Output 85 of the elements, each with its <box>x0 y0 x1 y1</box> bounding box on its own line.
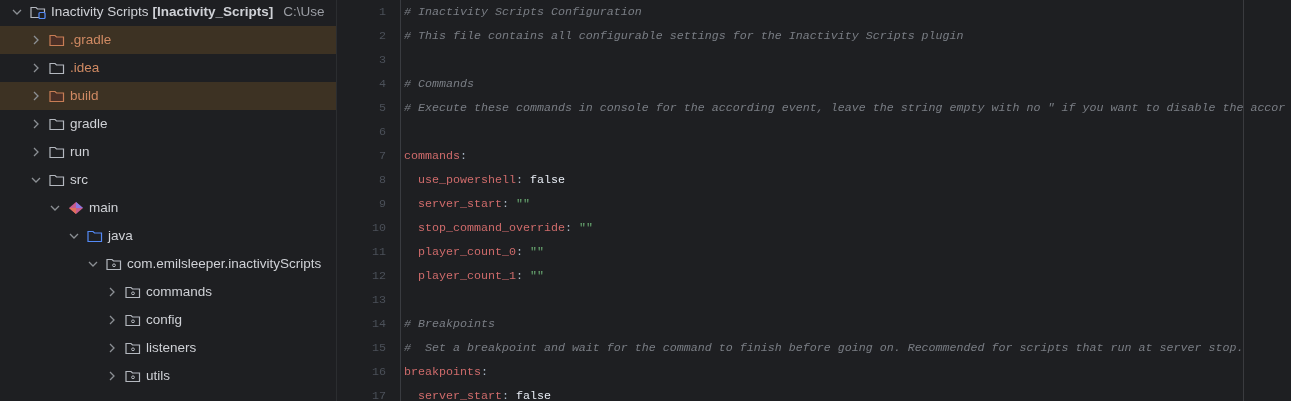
folder-icon <box>49 117 65 131</box>
expand-chevron-icon[interactable] <box>107 315 117 325</box>
collapse-chevron-icon[interactable] <box>88 259 98 269</box>
tree-item-label[interactable]: run <box>70 141 90 163</box>
tree-item-label[interactable]: commands <box>146 281 213 303</box>
package-folder-icon <box>125 313 141 327</box>
yaml-key: player_count_1 <box>418 269 516 283</box>
package-folder-icon <box>125 369 141 383</box>
tree-row[interactable]: .gradle <box>0 26 336 54</box>
expand-chevron-icon[interactable] <box>31 63 41 73</box>
tree-row[interactable]: .idea <box>0 54 336 82</box>
expand-chevron-icon[interactable] <box>31 35 41 45</box>
tree-row[interactable]: commands <box>0 278 336 306</box>
expand-chevron-icon[interactable] <box>31 147 41 157</box>
tree-row[interactable]: config <box>0 306 336 334</box>
tree-item-label[interactable]: main <box>89 197 119 219</box>
diamond-icon <box>68 201 84 215</box>
module-folder-icon <box>30 5 46 19</box>
expand-chevron-icon[interactable] <box>31 119 41 129</box>
code-comment: # Commands <box>404 77 474 91</box>
yaml-key: server_start <box>418 197 502 211</box>
tree-item-label[interactable]: com.emilsleeper.inactivityScripts <box>127 253 322 275</box>
tree-row[interactable]: gradle <box>0 110 336 138</box>
colon: : <box>480 365 488 379</box>
colon: : <box>564 221 572 235</box>
expand-chevron-icon[interactable] <box>107 343 117 353</box>
expand-chevron-icon[interactable] <box>107 287 117 297</box>
package-folder-icon <box>125 285 141 299</box>
package-folder-icon <box>125 341 141 355</box>
folder-icon <box>87 229 103 243</box>
tree-row[interactable]: java <box>0 222 336 250</box>
folder-icon <box>49 145 65 159</box>
collapse-chevron-icon[interactable] <box>12 7 22 17</box>
collapse-chevron-icon[interactable] <box>31 175 41 185</box>
folder-icon <box>49 61 65 75</box>
folder-icon <box>49 173 65 187</box>
code-comment: # Inactivity Scripts Configuration <box>404 5 642 19</box>
tree-row[interactable]: run <box>0 138 336 166</box>
colon: : <box>459 149 467 163</box>
code-comment: # Breakpoints <box>404 317 495 331</box>
colon: : <box>515 269 523 283</box>
yaml-key: server_start <box>418 389 502 401</box>
tree-item-label[interactable]: .idea <box>70 57 100 79</box>
tree-item-label[interactable]: build <box>70 85 99 107</box>
colon: : <box>501 197 509 211</box>
tree-item-label[interactable]: java <box>108 225 133 247</box>
yaml-key: breakpoints <box>404 365 481 379</box>
tree-item-label[interactable]: listeners <box>146 337 197 359</box>
yaml-value: "" <box>529 269 544 283</box>
yaml-key: commands <box>404 149 460 163</box>
yaml-key: use_powershell <box>418 173 516 187</box>
tree-row[interactable]: build <box>0 82 336 110</box>
yaml-key: stop_command_override <box>418 221 565 235</box>
tree-row[interactable]: main <box>0 194 336 222</box>
project-path: C:\Use <box>283 2 325 21</box>
tree-item-label[interactable]: .gradle <box>70 29 112 51</box>
expand-chevron-icon[interactable] <box>31 91 41 101</box>
code-comment: # Set a breakpoint and wait for the command to finish before going on. Recommended for scripts that run at server stop. <box>404 341 1244 355</box>
colon: : <box>515 173 523 187</box>
tree-row[interactable]: com.emilsleeper.inactivityScripts <box>0 250 336 278</box>
yaml-value: "" <box>529 245 544 259</box>
colon: : <box>515 245 523 259</box>
collapse-chevron-icon[interactable] <box>50 203 60 213</box>
tree-row[interactable]: utils <box>0 362 336 390</box>
yaml-key: player_count_0 <box>418 245 516 259</box>
folder-icon <box>49 89 65 103</box>
yaml-value: "" <box>578 221 593 235</box>
collapse-chevron-icon[interactable] <box>69 231 79 241</box>
module-name: [Inactivity_Scripts] <box>152 2 274 21</box>
tree-item-label[interactable]: utils <box>146 365 170 387</box>
yaml-value: "" <box>515 197 530 211</box>
tree-item-label[interactable]: config <box>146 309 183 331</box>
project-name[interactable]: Inactivity Scripts <box>51 1 149 23</box>
colon: : <box>501 389 509 401</box>
yaml-value: false <box>515 389 551 401</box>
tree-row[interactable]: src <box>0 166 336 194</box>
expand-chevron-icon[interactable] <box>107 371 117 381</box>
folder-icon <box>49 33 65 47</box>
yaml-value: false <box>529 173 565 187</box>
package-folder-icon <box>106 257 122 271</box>
code-comment: # This file contains all configurable settings for the Inactivity Scripts plugin <box>404 29 964 43</box>
tree-row[interactable]: listeners <box>0 334 336 362</box>
tree-item-label[interactable]: gradle <box>70 113 108 135</box>
tree-item-label[interactable]: src <box>70 169 88 191</box>
code-comment: # Execute these commands in console for the according event, leave the string empty with no " if you want to disable the accor <box>404 101 1286 115</box>
